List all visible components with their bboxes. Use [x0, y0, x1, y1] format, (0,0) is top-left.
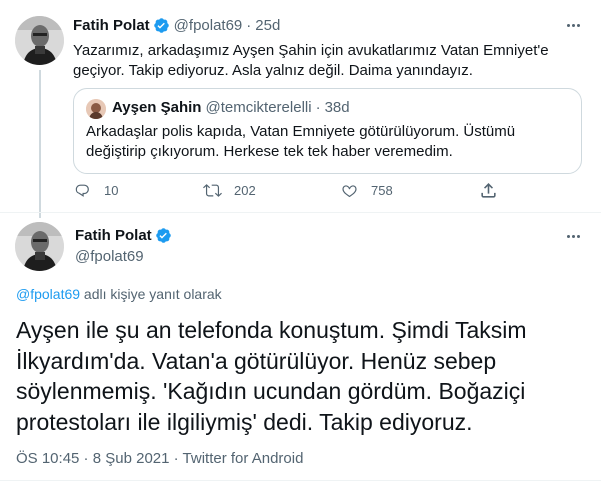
main-tweet-text-line: söylenmemiş. 'Kağıdın ucundan gördüm. Bo… [16, 378, 526, 404]
quoted-tweet-text: Arkadaşlar polis kapıda, Vatan Emniyete … [86, 122, 572, 162]
share-icon [481, 183, 496, 198]
reply-button[interactable]: 10 [73, 181, 118, 200]
tweet-source-link[interactable]: Twitter for Android [183, 450, 304, 467]
quoted-tweet-text-line: değiştirip çıkıyorum. Herkese tek tek ha… [86, 143, 453, 160]
replying-to: @fpolat69 adlı kişiye yanıt olarak [16, 286, 222, 302]
main-author-name[interactable]: Fatih Polat [75, 227, 152, 244]
parent-tweet-text: Yazarımız, arkadaşımız Ayşen Şahin için … [73, 41, 549, 81]
separator-dot: · [246, 17, 252, 34]
parent-author-handle[interactable]: @fpolat69 [174, 17, 243, 34]
tweet-metadata: ÖS 10:45 · 8 Şub 2021 · Twitter for Andr… [16, 450, 303, 467]
retweet-icon [203, 184, 222, 197]
main-author-name-row: Fatih Polat [75, 227, 172, 244]
parent-tweet-text-line: Yazarımız, arkadaşımız Ayşen Şahin için … [73, 42, 549, 59]
like-icon [342, 185, 357, 198]
more-options-icon[interactable] [562, 229, 584, 243]
replying-to-label: adlı kişiye yanıt olarak [80, 286, 222, 302]
retweet-button[interactable]: 202 [203, 181, 256, 200]
like-count: 758 [371, 183, 393, 198]
quoted-author-avatar [86, 99, 106, 119]
parent-tweet-age[interactable]: 25d [255, 17, 280, 34]
bottom-divider [0, 480, 601, 481]
main-author-handle-row: @fpolat69 [75, 248, 144, 265]
main-tweet-text-line: İlkyardım'da. Vatan'a götürülüyor. Henüz… [16, 347, 497, 374]
separator-dot: · [79, 450, 93, 467]
separator-dot: · [315, 99, 321, 116]
main-tweet-text-line: Ayşen ile şu an telefonda konuştum. Şimd… [16, 317, 527, 343]
share-button[interactable] [479, 181, 498, 200]
quoted-author-header: Ayşen Şahin @temcikterelelli · 38d [112, 99, 350, 116]
parent-author-name[interactable]: Fatih Polat [73, 17, 150, 34]
reply-icon [75, 184, 89, 197]
tweet-time-link[interactable]: ÖS 10:45 [16, 450, 79, 467]
tweet-divider [0, 212, 601, 213]
tweet-date-link[interactable]: 8 Şub 2021 [93, 450, 170, 467]
parent-author-header: Fatih Polat @fpolat69 · 25d [73, 17, 280, 34]
quoted-tweet-card[interactable]: Ayşen Şahin @temcikterelelli · 38d Arkad… [73, 88, 582, 174]
reply-count: 10 [104, 183, 119, 198]
main-tweet-text-line: protestoları ile ilgiliymiş' dedi. Takip… [16, 408, 473, 435]
parent-tweet-text-line: geçiyor. Takip ediyoruz. Asla yalnız değ… [73, 62, 473, 79]
main-tweet-text: Ayşen ile şu an telefonda konuştum. Şimd… [16, 315, 586, 437]
quoted-tweet-age: 38d [324, 99, 350, 116]
tweet-thread: Fatih Polat @fpolat69 · 25d Yazarımız, a… [0, 0, 601, 498]
separator-dot: · [169, 450, 183, 467]
main-author-handle[interactable]: @fpolat69 [75, 248, 144, 265]
quoted-author-name: Ayşen Şahin [112, 99, 202, 116]
thread-connector-line [39, 70, 41, 218]
parent-tweet-actions: 10 202 758 [73, 181, 503, 203]
quoted-author-handle: @temcikterelelli [205, 99, 312, 116]
parent-author-avatar[interactable] [15, 16, 64, 65]
replying-to-mention-link[interactable]: @fpolat69 [16, 286, 80, 302]
verified-badge-icon [155, 228, 171, 243]
verified-badge-icon [153, 18, 169, 33]
quoted-tweet-text-line: Arkadaşlar polis kapıda, Vatan Emniyete … [86, 123, 516, 140]
more-options-icon[interactable] [562, 18, 584, 32]
like-button[interactable]: 758 [340, 181, 393, 200]
retweet-count: 202 [234, 183, 256, 198]
main-author-avatar[interactable] [15, 222, 64, 271]
